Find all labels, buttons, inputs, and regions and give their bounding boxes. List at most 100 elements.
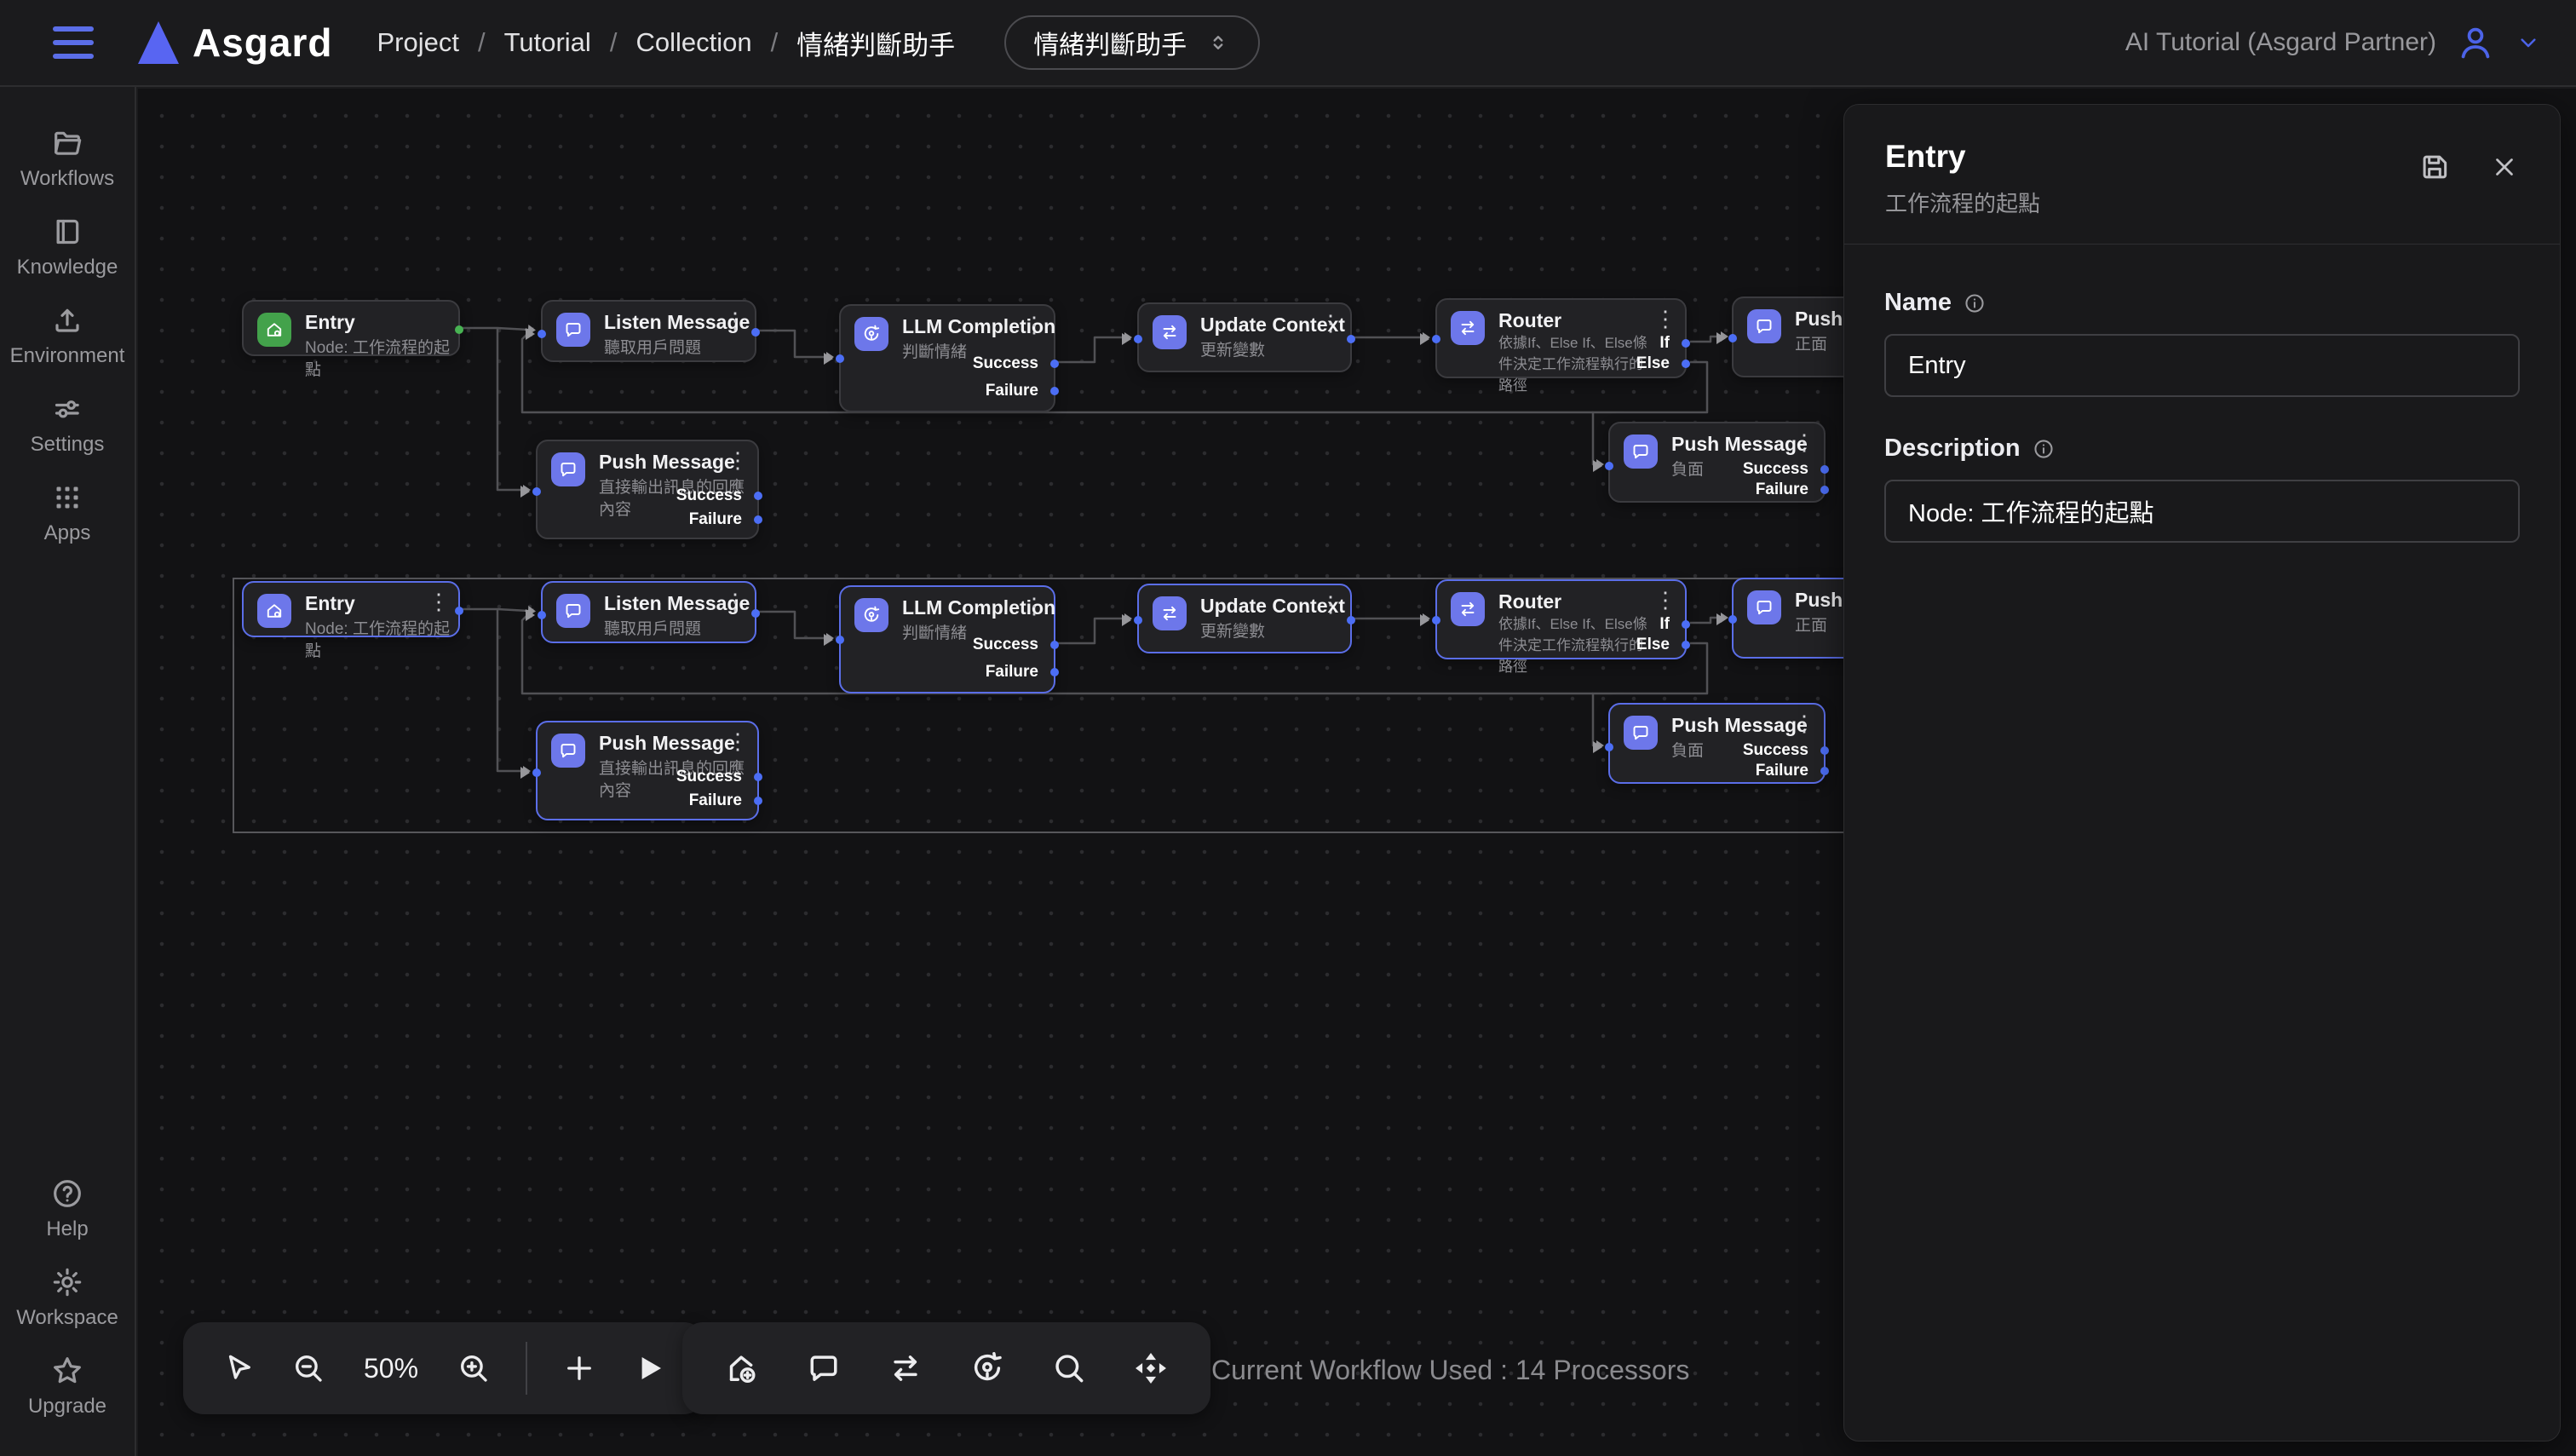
sidebar-item-workflows[interactable]: Workflows	[0, 126, 135, 191]
input-port[interactable]	[1728, 615, 1737, 624]
chevron-down-icon[interactable]	[2515, 29, 2542, 56]
kebab-menu-icon[interactable]: ⋮	[1793, 711, 1815, 735]
output-port[interactable]	[455, 325, 463, 334]
port-success[interactable]	[1050, 360, 1059, 368]
chat-icon	[551, 452, 585, 486]
output-port[interactable]	[1347, 335, 1355, 343]
add-entry-button[interactable]	[723, 1350, 761, 1387]
port-success[interactable]	[754, 492, 762, 500]
output-port[interactable]	[1347, 616, 1355, 624]
kebab-menu-icon[interactable]: ⋮	[428, 590, 450, 613]
input-port[interactable]	[538, 330, 546, 338]
port-else[interactable]	[1682, 360, 1690, 368]
sidebar-item-upgrade[interactable]: Upgrade	[0, 1354, 135, 1419]
description-input[interactable]	[1884, 480, 2520, 543]
node-push-negative[interactable]: Push Message 負面⋮ Success Failure	[1608, 703, 1826, 784]
port-failure[interactable]	[754, 797, 762, 805]
save-icon[interactable]	[2418, 151, 2451, 183]
input-port[interactable]	[1432, 335, 1440, 343]
sidebar-item-environment[interactable]: Environment	[0, 303, 135, 368]
run-workflow-button[interactable]	[631, 1350, 667, 1386]
port-failure[interactable]	[1050, 668, 1059, 676]
input-port[interactable]	[538, 611, 546, 619]
zoom-out-button[interactable]	[290, 1350, 326, 1386]
node-update[interactable]: Update Context 更新變數⋮	[1137, 584, 1352, 653]
port-success[interactable]	[1050, 641, 1059, 649]
input-port[interactable]	[1432, 616, 1440, 624]
name-field-label: Name	[1884, 289, 1952, 317]
input-port[interactable]	[1134, 616, 1142, 624]
kebab-menu-icon[interactable]: ⋮	[1023, 313, 1045, 337]
input-port[interactable]	[836, 636, 844, 644]
kebab-menu-icon[interactable]: ⋮	[1023, 594, 1045, 618]
kebab-menu-icon[interactable]: ⋮	[727, 448, 749, 472]
kebab-menu-icon[interactable]: ⋮	[1320, 311, 1342, 335]
port-failure[interactable]	[1820, 486, 1829, 494]
node-push-reply[interactable]: Push Message 直接輸出訊息的回應內容⋮ Success Failur…	[536, 721, 759, 820]
kebab-menu-icon[interactable]: ⋮	[1654, 588, 1676, 612]
sidebar-item-apps[interactable]: Apps	[0, 481, 135, 545]
node-listen[interactable]: Listen Message 聽取用戶問題⋮	[541, 300, 756, 362]
breadcrumb-item[interactable]: Tutorial	[504, 27, 591, 58]
node-push-reply[interactable]: Push Message 直接輸出訊息的回應內容⋮ Success Failur…	[536, 440, 759, 539]
node-entry[interactable]: Entry Node: 工作流程的起點⋮	[242, 581, 460, 637]
logo[interactable]: Asgard	[138, 20, 332, 66]
output-port[interactable]	[751, 609, 760, 618]
close-icon[interactable]	[2490, 153, 2519, 181]
port-failure[interactable]	[754, 515, 762, 524]
user-avatar-icon[interactable]	[2455, 22, 2496, 63]
node-push-negative[interactable]: Push Message 負面⋮ Success Failure	[1608, 422, 1826, 503]
add-swap-button[interactable]	[887, 1350, 924, 1387]
port-if[interactable]	[1682, 620, 1690, 629]
sidebar-item-help[interactable]: Help	[0, 1177, 135, 1241]
sidebar-item-settings[interactable]: Settings	[0, 392, 135, 457]
port-failure[interactable]	[1050, 387, 1059, 395]
breadcrumb-item[interactable]: Collection	[635, 27, 751, 58]
kebab-menu-icon[interactable]: ⋮	[724, 308, 746, 332]
name-input[interactable]	[1884, 334, 2520, 397]
node-llm[interactable]: LLM Completion 判斷情緒⋮ Success Failure	[839, 585, 1055, 693]
input-port[interactable]	[1728, 334, 1737, 342]
input-port[interactable]	[1605, 462, 1613, 470]
port-success[interactable]	[1820, 746, 1829, 755]
sidebar-item-knowledge[interactable]: Knowledge	[0, 215, 135, 279]
input-port[interactable]	[836, 354, 844, 363]
zoom-in-button[interactable]	[456, 1350, 492, 1386]
workflow-selector[interactable]: 情緒判斷助手	[1004, 15, 1260, 70]
kebab-menu-icon[interactable]: ⋮	[724, 590, 746, 613]
output-port[interactable]	[751, 328, 760, 337]
node-llm[interactable]: LLM Completion 判斷情緒⋮ Success Failure	[839, 304, 1055, 412]
port-success[interactable]	[754, 773, 762, 781]
kebab-menu-icon[interactable]: ⋮	[727, 729, 749, 753]
search-button[interactable]	[1050, 1350, 1088, 1387]
sidebar-item-workspace[interactable]: Workspace	[0, 1265, 135, 1330]
gear-icon	[50, 1265, 84, 1299]
breadcrumb-item[interactable]: Project	[377, 27, 458, 58]
hamburger-menu-icon[interactable]	[53, 26, 94, 59]
kebab-menu-icon[interactable]: ⋮	[1320, 592, 1342, 616]
input-port[interactable]	[532, 487, 541, 496]
node-entry[interactable]: Entry Node: 工作流程的起點	[242, 300, 460, 356]
swap-icon	[1451, 592, 1485, 626]
add-message-button[interactable]	[805, 1350, 842, 1387]
node-subtitle: 更新變數	[1200, 621, 1265, 643]
add-ai-button[interactable]	[969, 1350, 1006, 1387]
port-success[interactable]	[1820, 465, 1829, 474]
node-update[interactable]: Update Context 更新變數⋮	[1137, 302, 1352, 372]
cursor-tool-button[interactable]	[221, 1350, 256, 1386]
port-else[interactable]	[1682, 641, 1690, 649]
node-listen[interactable]: Listen Message 聽取用戶問題⋮	[541, 581, 756, 643]
add-button[interactable]	[561, 1350, 597, 1386]
node-router[interactable]: Router 依據If、Else If、Else條件決定工作流程執行的路徑⋮ I…	[1435, 298, 1687, 378]
output-port[interactable]	[455, 607, 463, 615]
kebab-menu-icon[interactable]: ⋮	[1793, 430, 1815, 454]
port-failure[interactable]	[1820, 767, 1829, 775]
kebab-menu-icon[interactable]: ⋮	[1654, 307, 1676, 331]
port-if[interactable]	[1682, 339, 1690, 348]
input-port[interactable]	[1605, 743, 1613, 751]
arrange-button[interactable]	[1132, 1350, 1170, 1387]
input-port[interactable]	[532, 768, 541, 777]
breadcrumb-item[interactable]: 情緒判斷助手	[796, 24, 955, 62]
input-port[interactable]	[1134, 335, 1142, 343]
node-router[interactable]: Router 依據If、Else If、Else條件決定工作流程執行的路徑⋮ I…	[1435, 579, 1687, 659]
